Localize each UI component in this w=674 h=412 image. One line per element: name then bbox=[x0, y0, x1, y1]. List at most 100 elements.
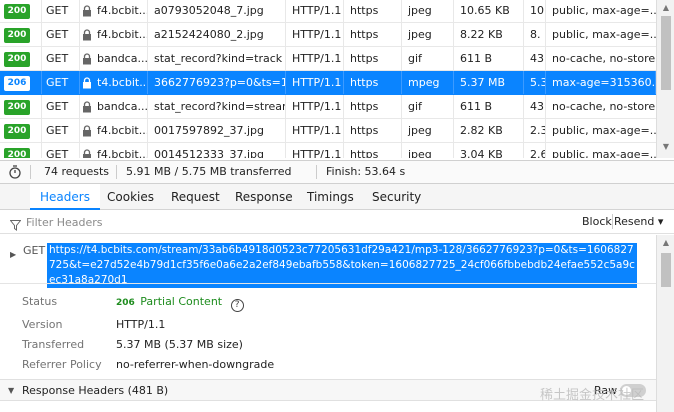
request-table: 200 GET f4.bcbit... a0793052048_7.jpg HTTP/1… bbox=[0, 0, 674, 158]
domain-text: f4.bcbit... bbox=[97, 124, 148, 137]
version-label: Version bbox=[22, 318, 63, 331]
domain-cell: t4.bcbit... bbox=[80, 71, 148, 94]
size-cell: 611 B bbox=[454, 95, 524, 118]
file-cell: 0017597892_37.jpg bbox=[148, 119, 286, 142]
request-method: GET bbox=[23, 244, 46, 257]
size-cell: 2.82 KB bbox=[454, 119, 524, 142]
request-count: 74 requests bbox=[44, 165, 110, 178]
file-cell: 3662776923?p=0&ts=160 bbox=[148, 71, 286, 94]
status-cell: 200 bbox=[0, 0, 42, 22]
status-value: 206 Partial Content ? bbox=[116, 295, 244, 312]
table-row[interactable]: 206 GET t4.bcbit...3662776923?p=0&ts=160HT… bbox=[0, 71, 656, 95]
scheme-cell: https bbox=[344, 71, 402, 94]
cache-cell: public, max-age=... bbox=[552, 4, 656, 17]
table-row[interactable]: 200 GET f4.bcbit... a0793052048_7.jpg HTTP/1… bbox=[0, 0, 656, 23]
lock-icon bbox=[82, 101, 94, 113]
type-cell: jpeg bbox=[402, 119, 454, 142]
method-cell: GET bbox=[42, 71, 80, 94]
transferred-cell: 5.3 bbox=[524, 71, 546, 94]
tab-cookies[interactable]: Cookies bbox=[97, 184, 164, 210]
size-cell: 611 B bbox=[454, 47, 524, 70]
referrer-policy-label: Referrer Policy bbox=[22, 358, 102, 371]
tab-headers[interactable]: Headers bbox=[30, 184, 100, 210]
status-code: 206 bbox=[116, 298, 135, 308]
size-cell: 5.37 MB bbox=[454, 71, 524, 94]
cache-cell: no-cache, no-store bbox=[552, 100, 656, 113]
domain-text: bandca... bbox=[97, 52, 148, 65]
scroll-up-icon[interactable]: ▲ bbox=[661, 3, 671, 13]
file-cell: a0793052048_7.jpg bbox=[148, 0, 286, 22]
method-cell: GET bbox=[42, 143, 80, 158]
tab-security[interactable]: Security bbox=[362, 184, 431, 210]
file-cell: stat_record?kind=track pl bbox=[148, 47, 286, 70]
method-cell: GET bbox=[42, 23, 80, 46]
type-cell: jpeg bbox=[402, 23, 454, 46]
collapse-triangle-icon[interactable]: ▼ bbox=[8, 380, 14, 401]
transferred-cell: 2.3 bbox=[524, 119, 546, 142]
domain-text: bandca... bbox=[97, 100, 148, 113]
table-row[interactable]: 200 GET f4.bcbit... 0017597892_37.jpg HTTP/1… bbox=[0, 119, 656, 143]
filter-headers-input[interactable] bbox=[8, 214, 568, 230]
lock-icon bbox=[82, 125, 94, 137]
domain-text: f4.bcbit... bbox=[97, 28, 148, 41]
size-cell: 10.65 KB bbox=[454, 0, 524, 22]
table-row[interactable]: 200 GET bandca... stat_record?kind=track pl… bbox=[0, 47, 656, 71]
scrollbar-thumb[interactable] bbox=[661, 253, 671, 287]
protocol-cell: HTTP/1.1 bbox=[286, 71, 344, 94]
status-cell: 200 bbox=[0, 23, 42, 46]
domain-cell: f4.bcbit... bbox=[80, 143, 148, 158]
scheme-cell: https bbox=[344, 143, 402, 158]
status-cell: 200 bbox=[0, 95, 42, 118]
status-text: Partial Content bbox=[140, 295, 223, 308]
status-cell: 200 bbox=[0, 143, 42, 158]
tab-response[interactable]: Response bbox=[225, 184, 303, 210]
tab-request[interactable]: Request bbox=[161, 184, 230, 210]
block-button[interactable]: Block bbox=[582, 210, 612, 233]
file-cell: a2152424080_2.jpg bbox=[148, 23, 286, 46]
request-table-scrollbar[interactable]: ▲ ▼ bbox=[656, 0, 674, 158]
lock-icon bbox=[82, 77, 94, 89]
table-row[interactable]: 200 GET f4.bcbit... a2152424080_2.jpg HTTP/1… bbox=[0, 23, 656, 47]
file-cell: stat_record?kind=stream bbox=[148, 95, 286, 118]
lock-icon bbox=[82, 149, 94, 158]
transferred-cell: 2.6 bbox=[524, 143, 546, 158]
headers-scrollbar[interactable]: ▲ bbox=[656, 235, 674, 412]
cache-cell: public, max-age=... bbox=[552, 124, 656, 137]
watermark: 稀土掘金技术社区 bbox=[540, 388, 645, 403]
type-cell: jpeg bbox=[402, 143, 454, 158]
status-cell: 200 bbox=[0, 47, 42, 70]
domain-cell: f4.bcbit... bbox=[80, 119, 148, 142]
transferred-label: Transferred bbox=[22, 338, 85, 351]
status-cell: 206 bbox=[0, 71, 42, 94]
tab-timings[interactable]: Timings bbox=[297, 184, 364, 210]
table-row[interactable]: 200 GET bandca... stat_record?kind=stream HT… bbox=[0, 95, 656, 119]
transferred-cell: 43 bbox=[524, 95, 546, 118]
transferred-cell: 10. bbox=[524, 0, 546, 22]
table-row[interactable]: 200 GET f4.bcbit... 0014512333_37.jpg HTTP/1… bbox=[0, 143, 656, 158]
scheme-cell: https bbox=[344, 23, 402, 46]
status-label: Status bbox=[22, 295, 58, 308]
transferred-cell: 43 bbox=[524, 47, 546, 70]
details-tab-bar: Headers Cookies Request Response Timings… bbox=[0, 184, 674, 210]
method-cell: GET bbox=[42, 47, 80, 70]
domain-text: f4.bcbit... bbox=[97, 148, 148, 158]
type-cell: jpeg bbox=[402, 0, 454, 22]
domain-cell: bandca... bbox=[80, 95, 148, 118]
help-icon[interactable]: ? bbox=[230, 299, 244, 312]
file-cell: 0014512333_37.jpg bbox=[148, 143, 286, 158]
protocol-cell: HTTP/1.1 bbox=[286, 143, 344, 158]
response-headers-label: Response Headers (481 B) bbox=[22, 384, 169, 397]
cache-cell: public, max-age=... bbox=[552, 28, 656, 41]
scheme-cell: https bbox=[344, 0, 402, 22]
domain-text: f4.bcbit... bbox=[97, 4, 148, 17]
expand-triangle-icon[interactable]: ▶ bbox=[10, 247, 16, 262]
resend-button[interactable]: Resend ▾ bbox=[614, 210, 663, 233]
scrollbar-thumb[interactable] bbox=[661, 16, 671, 90]
cache-cell: max-age=315360... bbox=[546, 71, 656, 94]
transferred-value: 5.37 MB (5.37 MB size) bbox=[116, 338, 243, 351]
scroll-up-icon[interactable]: ▲ bbox=[661, 238, 671, 248]
type-cell: mpeg bbox=[402, 71, 454, 94]
scroll-down-icon[interactable]: ▼ bbox=[661, 142, 671, 152]
status-badge: 200 bbox=[4, 27, 30, 43]
request-url[interactable]: https://t4.bcbits.com/stream/33ab6b4918d… bbox=[47, 243, 637, 288]
